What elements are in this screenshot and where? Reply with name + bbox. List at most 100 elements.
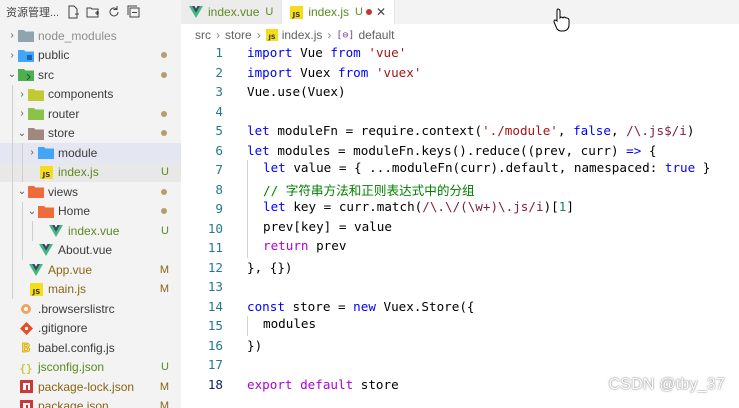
chevron-right-icon[interactable]: › [16, 108, 28, 119]
indent-guide [12, 84, 13, 104]
code-line[interactable]: 11 return prev [181, 238, 739, 258]
tree-item-label: store [48, 126, 75, 141]
chevron-right-icon[interactable]: › [6, 30, 18, 41]
code-line[interactable]: 17 [181, 355, 739, 375]
tree-item-main-js[interactable]: JS main.js M [0, 279, 181, 299]
line-number: 9 [215, 201, 223, 217]
git-status-badge: U [161, 224, 169, 237]
chevron-right-icon: › [216, 28, 220, 42]
tree-item-index-js[interactable]: JS index.js U [0, 162, 181, 182]
tree-item-label: App.vue [48, 262, 93, 277]
code-token: let [263, 199, 286, 214]
tree-item-public[interactable]: › public [0, 46, 181, 66]
tree-item-babel-config-js[interactable]: Bbabel.config.js [0, 338, 181, 358]
tree-item-package-json[interactable]: package.json M [0, 397, 181, 408]
folder-src-icon [18, 68, 34, 82]
code-token: const [247, 298, 285, 314]
tree-item-label: package.json [38, 399, 109, 408]
code-token: modules = moduleFn.keys().reduce((prev, … [269, 142, 627, 158]
tree-item-jsconfig-json[interactable]: {} jsconfig.json U [0, 358, 181, 378]
code-editor[interactable]: 1 import Vue from 'vue' 2 import Vuex from … [181, 43, 739, 394]
line-number: 2 [215, 64, 223, 80]
refresh-icon[interactable] [107, 5, 121, 19]
tree-item-package-lock-json[interactable]: package-lock.json M [0, 377, 181, 397]
code-token: prev [308, 238, 347, 253]
breadcrumb-src[interactable]: src [195, 28, 211, 42]
code-line[interactable]: 3 Vue.use(Vuex) [181, 82, 739, 102]
code-line[interactable]: 6 let modules = moduleFn.keys().reduce((p… [181, 141, 739, 161]
tab-label: index.vue [208, 5, 260, 19]
tree-item-about-vue[interactable]: About.vue [0, 240, 181, 260]
tree-item-module[interactable]: › module [0, 143, 181, 163]
code-line[interactable]: 15 modules [181, 316, 739, 336]
chevron-right-icon[interactable]: › [16, 89, 28, 100]
code-line[interactable]: 7 let value = { ...moduleFn(curr).default… [181, 160, 739, 180]
tree-item-components[interactable]: › components [0, 84, 181, 104]
tree-item-home[interactable]: ⌄ Home [0, 201, 181, 221]
tree-item-label: jsconfig.json [38, 360, 105, 375]
tree-item-label: views [48, 184, 79, 199]
tree-item-browserslistrc[interactable]: .browserslistrc [0, 299, 181, 319]
indent-guide [247, 218, 263, 238]
explorer-title: 资源管理... [6, 7, 58, 19]
code-token: false [573, 123, 611, 139]
new-file-icon[interactable] [66, 5, 80, 19]
breadcrumb-symbol[interactable]: default [358, 28, 394, 42]
tree-item-src[interactable]: ⌄ src [0, 65, 181, 85]
git-status-badge: M [159, 283, 169, 296]
tree-item-store[interactable]: ⌄ store [0, 123, 181, 143]
svg-text:{}: {} [20, 362, 32, 374]
tree-item-node-modules[interactable]: › node_modules [0, 26, 181, 46]
breadcrumb-store[interactable]: store [225, 28, 252, 42]
close-icon[interactable]: ✕ [376, 5, 386, 19]
code-line[interactable]: 4 [181, 102, 739, 122]
tree-item-app-vue[interactable]: App.vue M [0, 260, 181, 280]
tree-item-router[interactable]: › router [0, 104, 181, 124]
vue-icon [189, 6, 203, 18]
new-folder-icon[interactable] [86, 5, 101, 19]
code-line[interactable]: 10 prev[key] = value [181, 218, 739, 238]
code-token: /\.js$/i [626, 123, 687, 139]
code-token: } [695, 160, 711, 175]
js-icon: JS [38, 165, 54, 179]
code-line[interactable]: 5 let moduleFn = require.context('./modul… [181, 121, 739, 141]
code-line[interactable]: 1 import Vue from 'vue' [181, 43, 739, 63]
mouse-pointer-icon [553, 8, 571, 35]
tree-item-label: About.vue [58, 243, 113, 258]
chevron-right-icon[interactable]: › [26, 147, 38, 158]
chevron-down-icon[interactable]: ⌄ [6, 69, 18, 80]
code-line[interactable]: 16}) [181, 336, 739, 356]
code-line[interactable]: 8 // 字符串方法和正则表达式中的分组 [181, 179, 739, 199]
git-status-badge: U [161, 166, 169, 179]
git-change-dot-icon [161, 188, 167, 195]
code-token: => [626, 142, 642, 158]
chevron-right-icon[interactable]: › [6, 50, 18, 61]
line-number: 12 [207, 259, 223, 275]
line-number: 11 [207, 240, 223, 256]
indent-guide [247, 179, 263, 199]
tree-item-views[interactable]: ⌄ views [0, 182, 181, 202]
vue-icon [38, 243, 54, 257]
tree-item-index-vue[interactable]: index.vue U [0, 221, 181, 241]
tree-item-gitignore[interactable]: .gitignore [0, 319, 181, 339]
code-line[interactable]: 14 const store = new Vuex.Store({ [181, 297, 739, 317]
tree-item-label: babel.config.js [38, 340, 115, 355]
chevron-down-icon[interactable]: ⌄ [16, 128, 28, 139]
js-icon: JS [265, 29, 278, 41]
code-token: /\.\/(\w+)\.js/i [422, 199, 544, 214]
tab-index-js[interactable]: JS index.js U ✕ [282, 0, 396, 24]
chevron-down-icon[interactable]: ⌄ [26, 206, 38, 217]
line-number: 8 [215, 181, 223, 197]
tree-item-label: Home [58, 204, 91, 219]
code-line[interactable]: 9 let key = curr.match(/\.\/(\w+)\.js/i)[… [181, 199, 739, 219]
code-text: }, {}) [223, 260, 293, 275]
code-line[interactable]: 12}, {}) [181, 258, 739, 278]
code-line[interactable]: 2 import Vuex from 'vuex' [181, 63, 739, 83]
collapse-all-icon[interactable] [127, 5, 141, 19]
chevron-down-icon[interactable]: ⌄ [16, 186, 28, 197]
tab-index-vue[interactable]: index.vue U [181, 0, 283, 24]
code-token: store = [284, 298, 354, 314]
code-line[interactable]: 13 [181, 277, 739, 297]
breadcrumb-file[interactable]: index.js [282, 28, 323, 42]
